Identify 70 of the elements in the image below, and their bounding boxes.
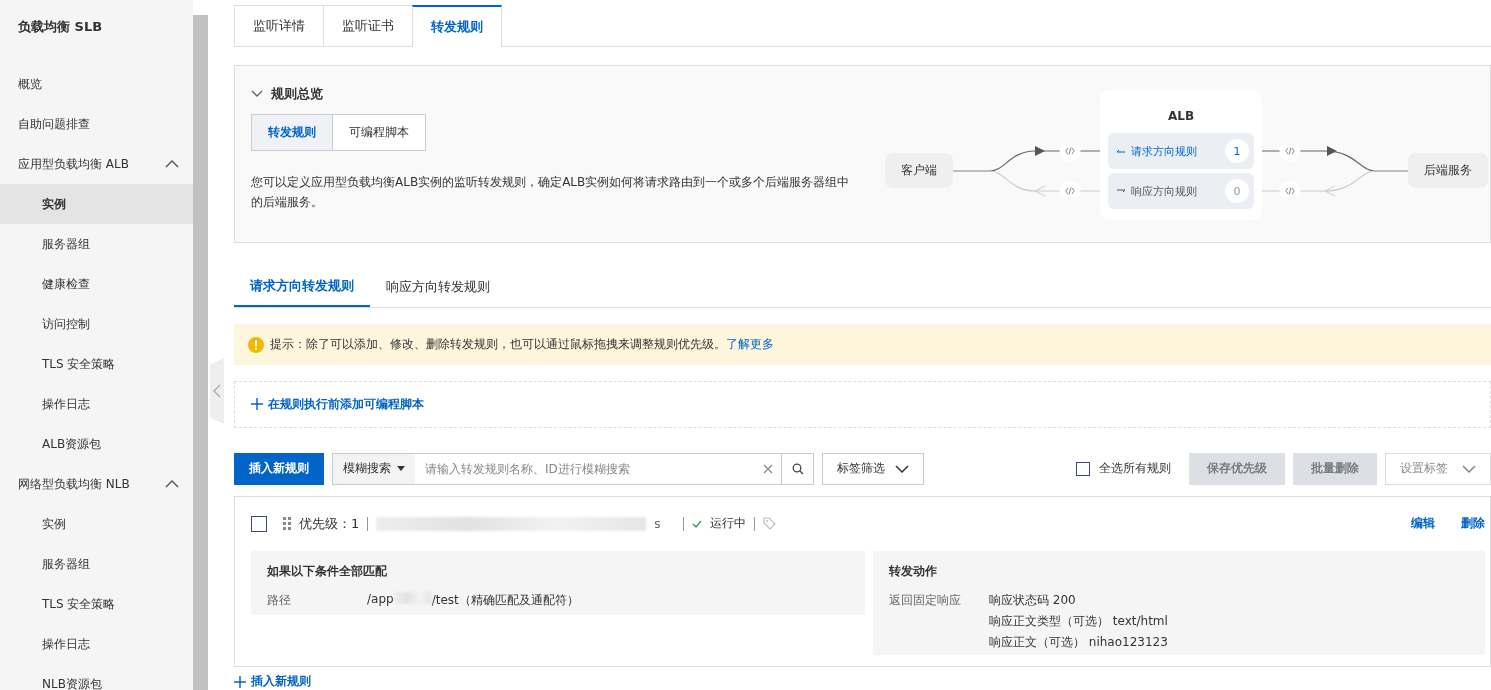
backend-node: 后端服务: [1408, 153, 1488, 188]
action-detail: 响应正文（可选） nihao123123: [989, 633, 1168, 651]
status-text: 运行中: [709, 515, 746, 533]
drag-handle-icon[interactable]: [283, 517, 291, 531]
sidebar-item[interactable]: 自助问题排查: [0, 104, 193, 144]
panel-title: 转发动作: [889, 562, 938, 580]
priority-label: 优先级：1: [299, 514, 360, 533]
insert-rule-button[interactable]: 插入新规则: [234, 452, 324, 485]
tag-icon[interactable]: [762, 517, 776, 531]
chevron-icon[interactable]: [251, 90, 263, 98]
chevron-icon: [165, 480, 179, 488]
sidebar-item[interactable]: 操作日志: [0, 624, 193, 664]
warning-icon: [248, 336, 264, 353]
flow-rule-row[interactable]: 请求方向规则 1: [1108, 133, 1254, 169]
panel-title: 如果以下条件全部匹配: [267, 562, 388, 580]
action-detail: 响应正文类型（可选） text/html: [989, 612, 1168, 630]
segment-button[interactable]: 转发规则: [251, 114, 333, 151]
search-field[interactable]: 模糊搜索 请输入转发规则名称、ID进行模糊搜索: [332, 452, 814, 485]
sidebar-item[interactable]: 概览: [0, 64, 193, 104]
insert-rule-link[interactable]: 插入新规则: [234, 673, 1491, 690]
flow-rule-row[interactable]: 响应方向规则 0: [1108, 173, 1254, 209]
description: 您可以定义应用型负载均衡ALB实例的监听转发规则，确定ALB实例如何将请求路由到一个或多个后端服务器组中的后端服务。: [251, 174, 851, 211]
tag-filter-dropdown[interactable]: 标签筛选: [822, 452, 924, 485]
sidebar-item[interactable]: 服务器组: [0, 544, 193, 584]
select-all-checkbox[interactable]: 全选所有规则: [1076, 460, 1171, 478]
chevron-icon: [895, 464, 909, 473]
sidebar-item[interactable]: 访问控制: [0, 304, 193, 344]
action-key: 返回固定响应: [889, 591, 989, 609]
search-mode-dropdown[interactable]: 模糊搜索: [333, 453, 415, 484]
sidebar-group[interactable]: 网络型负载均衡 NLB: [0, 464, 193, 504]
checkbox[interactable]: [251, 515, 267, 532]
action-detail: 响应状态码 200: [989, 591, 1077, 609]
section-title: 规则总览: [271, 85, 323, 103]
rule-action-link[interactable]: 编辑: [1411, 515, 1435, 533]
alert-text: 提示：除了可以添加、修改、删除转发规则，也可以通过鼠标拖拽来调整规则优先级。了解更多: [270, 336, 774, 354]
sidebar-item[interactable]: 操作日志: [0, 384, 193, 424]
chevron-icon: [165, 160, 179, 168]
clear-icon[interactable]: [763, 463, 773, 474]
sidebar-item[interactable]: 服务器组: [0, 224, 193, 264]
condition-key: 路径: [267, 591, 367, 609]
alb-title: ALB: [1166, 109, 1196, 123]
sidebar-item[interactable]: ALB资源包: [0, 424, 193, 464]
sidebar-item[interactable]: TLS 安全策略: [0, 344, 193, 384]
collapse-handle[interactable]: [210, 358, 224, 424]
caret-icon: [397, 466, 405, 472]
sidebar-item[interactable]: 实例: [0, 184, 193, 224]
sidebar-title: 负载均衡 SLB: [17, 18, 104, 36]
add-script-link[interactable]: 在规则执行前添加可编程脚本: [251, 396, 424, 413]
rule-name: s: [654, 516, 661, 531]
search-icon: [791, 462, 804, 475]
client-node: 客户端: [885, 153, 953, 188]
condition-value: /test（精确匹配及通配符）: [431, 591, 579, 609]
sidebar-item[interactable]: 实例: [0, 504, 193, 544]
tab[interactable]: 请求方向转发规则: [234, 266, 370, 308]
sidebar-group[interactable]: 应用型负载均衡 ALB: [0, 144, 193, 184]
plus-icon: [234, 675, 246, 688]
chevron-icon: [1462, 464, 1476, 473]
sidebar-item[interactable]: TLS 安全策略: [0, 584, 193, 624]
tab[interactable]: 监听详情: [234, 5, 323, 47]
sidebar-item[interactable]: 健康检查: [0, 264, 193, 304]
segment-button[interactable]: 可编程脚本: [333, 114, 426, 151]
plus-icon: [251, 398, 263, 411]
sidebar-item[interactable]: NLB资源包: [0, 664, 193, 690]
tab[interactable]: 转发规则: [412, 5, 502, 47]
check-icon: [691, 519, 702, 528]
condition-value: /app: [367, 591, 394, 606]
rule-action-link[interactable]: 删除: [1461, 515, 1485, 533]
learn-more-link[interactable]: 了解更多: [726, 337, 774, 352]
tab[interactable]: 监听证书: [323, 5, 412, 47]
tab[interactable]: 响应方向转发规则: [370, 266, 506, 308]
